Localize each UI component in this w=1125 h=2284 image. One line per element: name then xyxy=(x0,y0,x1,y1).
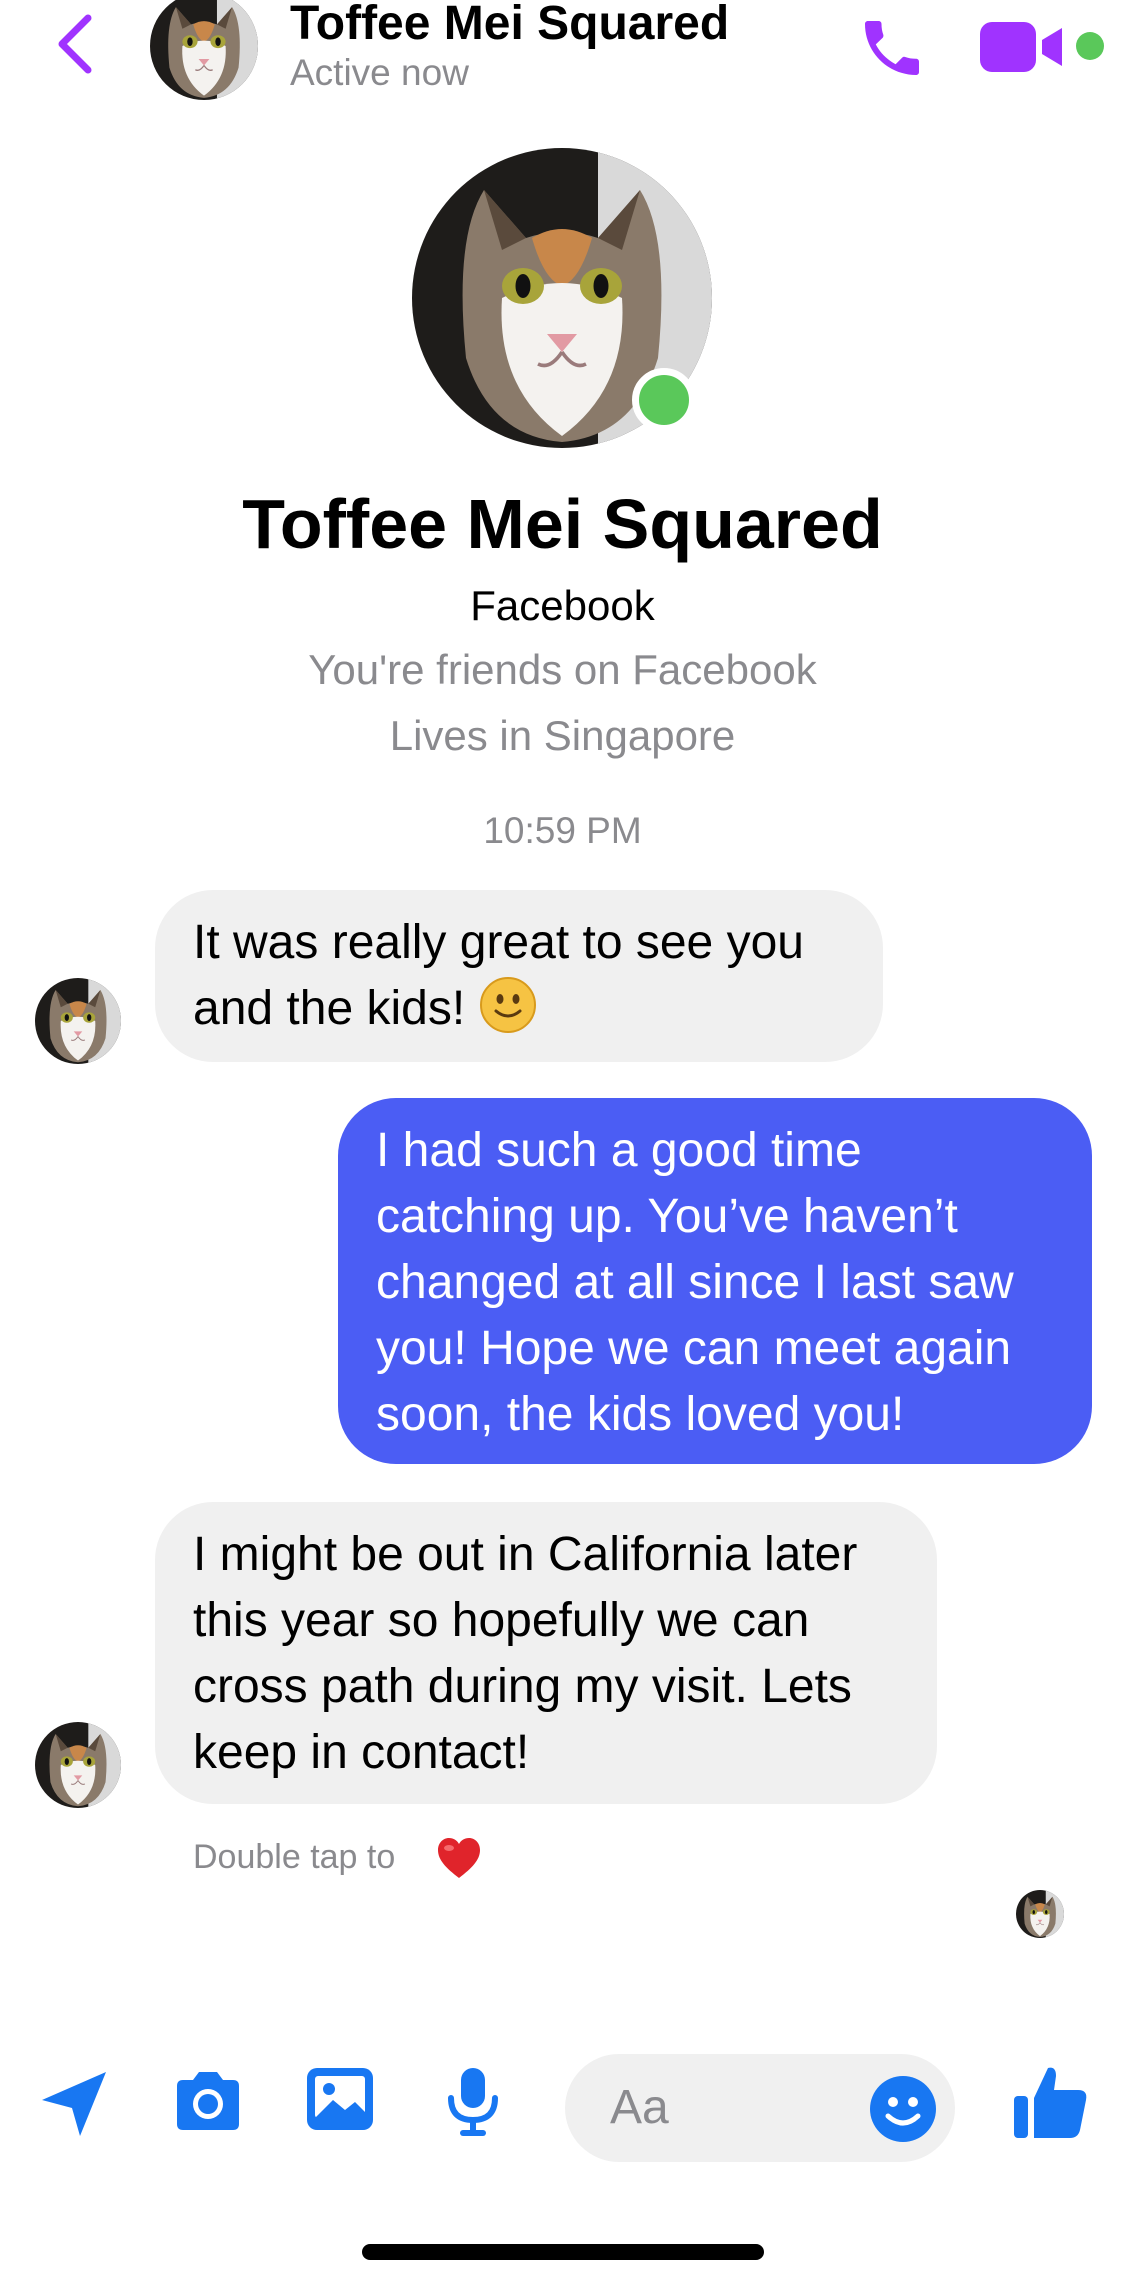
message-bubble-outgoing[interactable]: I had such a good time catching up. You’… xyxy=(338,1098,1092,1464)
slightly-smiling-face-icon xyxy=(479,976,537,1034)
message-line: changed at all since I last saw xyxy=(376,1256,1014,1309)
message-bubble-incoming[interactable]: It was really great to see you and the k… xyxy=(155,890,883,1062)
message-bubble-incoming[interactable]: I might be out in California later this … xyxy=(155,1502,937,1804)
video-camera-icon[interactable] xyxy=(980,20,1066,76)
header-avatar[interactable] xyxy=(150,0,258,100)
thumbs-up-icon[interactable] xyxy=(1008,2060,1092,2144)
message-line: soon, the kids loved you! xyxy=(376,1388,905,1441)
emoji-icon[interactable] xyxy=(868,2074,938,2144)
heart-icon xyxy=(436,1836,482,1880)
profile-location-line: Lives in Singapore xyxy=(389,712,736,759)
active-status-dot xyxy=(1076,32,1104,60)
sender-avatar[interactable] xyxy=(35,1722,121,1808)
photo-gallery-icon[interactable] xyxy=(303,2062,377,2136)
online-indicator xyxy=(632,368,696,432)
message-timestamp: 10:59 PM xyxy=(483,810,642,851)
message-line: you! Hope we can meet again xyxy=(376,1322,1012,1375)
reaction-hint: Double tap to xyxy=(193,1838,396,1876)
header-status: Active now xyxy=(290,52,469,93)
sender-avatar[interactable] xyxy=(35,978,121,1064)
phone-icon[interactable] xyxy=(856,12,928,84)
message-line: catching up. You’ve haven’t xyxy=(376,1190,958,1243)
message-line: keep in contact! xyxy=(193,1726,530,1779)
message-input-placeholder: Aa xyxy=(610,2081,669,2134)
header-contact-name[interactable]: Toffee Mei Squared xyxy=(290,0,729,51)
message-line: cross path during my visit. Lets xyxy=(193,1660,852,1713)
message-line: I had such a good time xyxy=(376,1124,862,1177)
message-line: this year so hopefully we can xyxy=(193,1594,810,1647)
home-indicator[interactable] xyxy=(362,2244,764,2260)
camera-icon[interactable] xyxy=(171,2064,245,2138)
location-arrow-icon[interactable] xyxy=(38,2066,112,2140)
message-text: It was really great to see you and the k… xyxy=(193,910,845,1042)
message-line: I might be out in California later xyxy=(193,1528,858,1581)
microphone-icon[interactable] xyxy=(436,2064,510,2138)
read-receipt-avatar xyxy=(1016,1890,1064,1938)
profile-name: Toffee Mei Squared xyxy=(242,485,883,563)
back-chevron-icon[interactable] xyxy=(50,12,98,76)
profile-source: Facebook xyxy=(470,582,655,629)
profile-friends-line: You're friends on Facebook xyxy=(308,646,817,693)
